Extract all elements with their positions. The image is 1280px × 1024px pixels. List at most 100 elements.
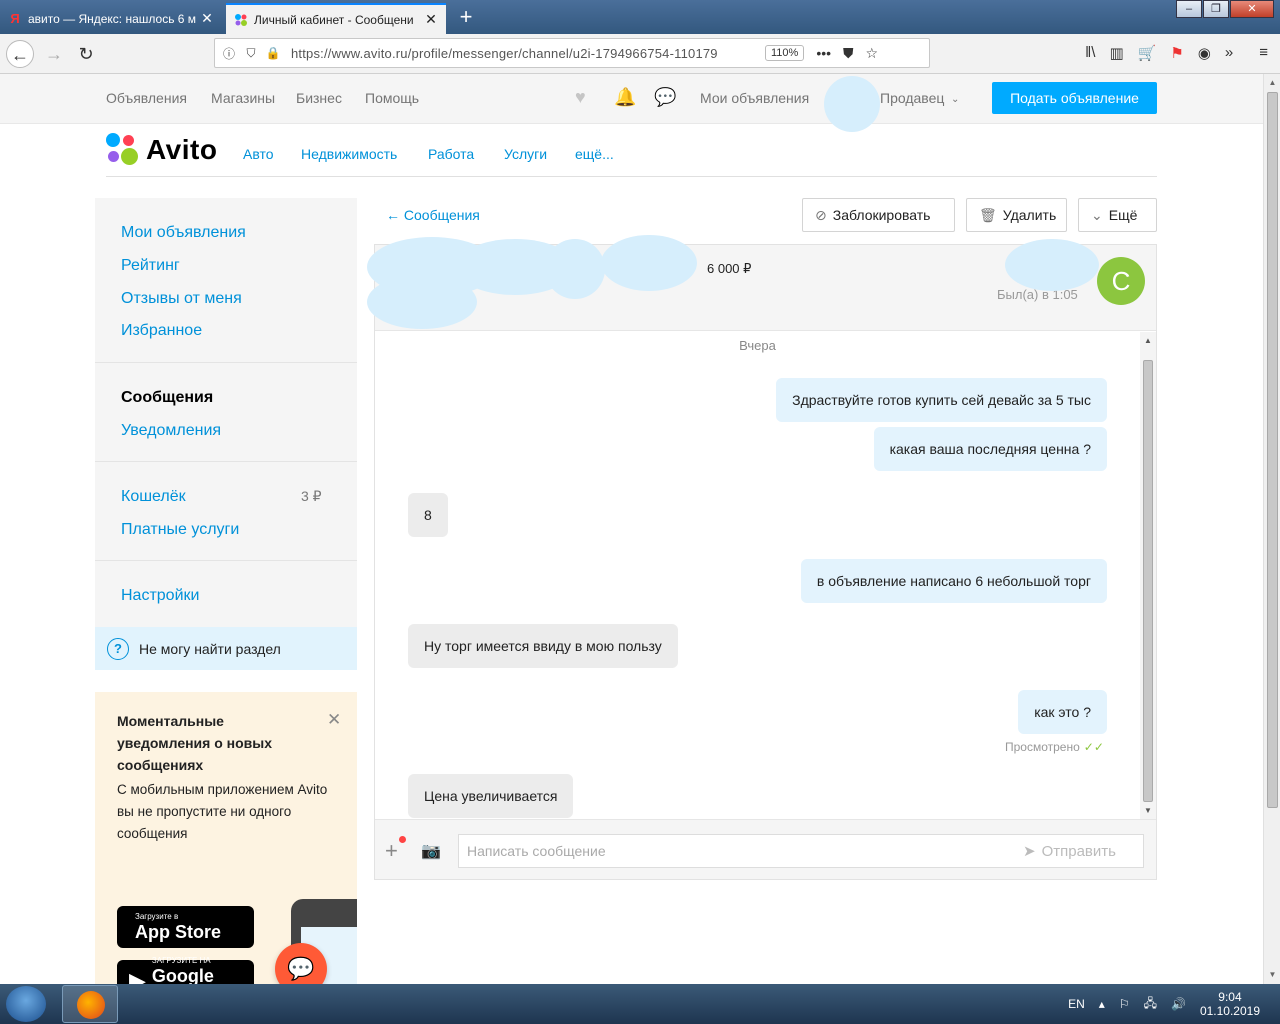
link-shops[interactable]: Магазины [211, 90, 275, 106]
delete-button[interactable]: 🗑 Удалить [966, 198, 1067, 232]
site-top-bar: Объявления Магазины Бизнес Помощь ♥ 🔔 💬 … [0, 74, 1263, 132]
camera-icon[interactable]: 📷 [421, 841, 441, 861]
sidebar-item-my-ads[interactable]: Мои объявления [121, 224, 246, 242]
tray-expand-icon[interactable]: ▴ [1099, 997, 1105, 1011]
close-icon[interactable]: ✕ [200, 10, 214, 27]
message-outgoing: как это ? [1018, 690, 1107, 734]
network-icon[interactable]: 🖧 [1144, 994, 1157, 1015]
post-ad-button[interactable]: Подать объявление [992, 82, 1157, 114]
user-menu[interactable]: Продавец [880, 90, 944, 106]
minimize-button[interactable]: – [1176, 0, 1202, 18]
category-auto[interactable]: Авто [243, 146, 274, 162]
sidebar-item-reviews[interactable]: Отзывы от меня [121, 290, 242, 308]
taskbar-firefox[interactable] [62, 985, 118, 1023]
sidebar-item-notifications[interactable]: Уведомления [121, 422, 221, 440]
help-link[interactable]: ? Не могу найти раздел [95, 627, 357, 670]
maximize-button[interactable]: ❐ [1203, 0, 1229, 18]
close-icon[interactable]: ✕ [424, 11, 438, 28]
messages-chat-icon[interactable]: 💬 [654, 87, 676, 108]
avito-logo[interactable]: Avito [106, 132, 217, 168]
cart-icon[interactable]: 🛒 [1138, 44, 1157, 62]
pocket-icon[interactable]: ⛊ [843, 45, 854, 62]
link-ads[interactable]: Объявления [106, 90, 187, 106]
appstore-small-label: Загрузите в [135, 912, 179, 921]
sidebar-item-messages[interactable]: Сообщения [121, 389, 213, 407]
lock-icon[interactable]: 🔒 [265, 46, 281, 60]
forward-button[interactable]: → [40, 40, 68, 68]
message-incoming: 8 [408, 493, 448, 537]
info-icon[interactable]: ⓘ [221, 45, 237, 62]
promo-text: С мобильным приложением Avito вы не проп… [117, 782, 328, 841]
sidebar-item-settings[interactable]: Настройки [121, 587, 199, 605]
page-scrollbar[interactable]: ▲ ▼ [1263, 74, 1280, 984]
more-actions-icon[interactable]: ••• [816, 45, 831, 61]
browser-tab-bar: Я авито — Яндекс: нашлось 6 м ✕ Личный к… [0, 0, 1280, 34]
double-check-icon: ✓✓ [1083, 740, 1104, 754]
tab-yandex[interactable]: Я авито — Яндекс: нашлось 6 м ✕ [0, 3, 222, 34]
send-button[interactable]: ➤ Отправить [1023, 842, 1116, 860]
window-close-button[interactable]: ✕ [1230, 0, 1274, 18]
question-icon: ? [107, 637, 129, 660]
category-jobs[interactable]: Работа [428, 146, 474, 162]
action-center-flag-icon[interactable]: ⚐ [1119, 997, 1130, 1011]
url-bar[interactable]: ⓘ ⛉ 🔒 https://www.avito.ru/profile/messe… [214, 38, 930, 68]
attach-plus-icon[interactable]: + [385, 836, 406, 864]
sidebar-icon[interactable]: ▥ [1109, 44, 1123, 62]
profile-sidebar: Мои объявления Рейтинг Отзывы от меня Из… [95, 198, 357, 670]
overflow-icon[interactable]: » [1225, 44, 1233, 62]
reload-button[interactable]: ↻ [72, 40, 100, 68]
notifications-bell-icon[interactable]: 🔔 [614, 87, 636, 108]
shield-icon[interactable]: ⛉ [243, 46, 259, 61]
scroll-up-arrow[interactable]: ▲ [1140, 336, 1156, 345]
avatar[interactable]: С [1097, 257, 1145, 305]
menu-icon[interactable]: ≡ [1259, 44, 1268, 62]
scroll-thumb[interactable] [1143, 360, 1153, 802]
start-button[interactable] [6, 986, 46, 1022]
scroll-thumb[interactable] [1267, 92, 1278, 808]
link-help[interactable]: Помощь [365, 90, 419, 106]
category-services[interactable]: Услуги [504, 146, 547, 162]
chevron-down-icon[interactable]: ⌄ [951, 94, 959, 105]
zoom-level[interactable]: 110% [765, 45, 805, 61]
language-indicator[interactable]: EN [1068, 997, 1085, 1011]
bookmark-star-icon[interactable]: ☆ [866, 45, 879, 62]
message-outgoing: Здраствуйте готов купить сей девайс за 5… [776, 378, 1107, 422]
scroll-up-arrow[interactable]: ▲ [1264, 78, 1280, 87]
message-outgoing: какая ваша последняя ценна ? [873, 427, 1107, 471]
sidebar-item-favorites[interactable]: Избранное [121, 322, 202, 340]
back-button[interactable]: ← [6, 40, 34, 68]
volume-icon[interactable]: 🔊 [1171, 997, 1186, 1011]
delete-label: Удалить [1002, 207, 1057, 223]
url-text[interactable]: https://www.avito.ru/profile/messenger/c… [291, 46, 751, 61]
google-play-button[interactable]: ▶ ЗАГРУЗИТЕ НА Google Play [117, 956, 254, 984]
category-realty[interactable]: Недвижимость [301, 146, 397, 162]
more-button[interactable]: ⌄ Ещё [1078, 198, 1157, 232]
sidebar-item-rating[interactable]: Рейтинг [121, 257, 180, 275]
back-to-messages-link[interactable]: ← Сообщения [386, 207, 480, 223]
category-more[interactable]: ещё... [575, 146, 614, 162]
redaction-blob [367, 275, 477, 329]
library-icon[interactable]: ‖\ [1085, 44, 1095, 62]
avatar-redaction [824, 76, 880, 132]
account-icon[interactable]: ◉ [1198, 44, 1211, 62]
block-button[interactable]: ⊘ Заблокировать [802, 198, 955, 232]
bookmark-flag-icon[interactable]: ⚑ [1170, 44, 1183, 62]
scroll-down-arrow[interactable]: ▼ [1264, 970, 1280, 979]
app-store-button[interactable]: Загрузите в App Store [117, 906, 254, 948]
clock-date: 01.10.2019 [1199, 1004, 1260, 1018]
help-label: Не могу найти раздел [139, 640, 281, 657]
toolbar-icons: ‖\ ▥ 🛒 ⚑ ◉ » ≡ [1085, 44, 1268, 62]
sidebar-item-wallet[interactable]: Кошелёк [121, 488, 186, 506]
close-icon[interactable]: ✕ [327, 710, 341, 730]
tab-avito[interactable]: Личный кабинет - Сообщени ✕ [226, 3, 446, 34]
chat-scrollbar[interactable]: ▲ ▼ [1140, 332, 1156, 819]
clock[interactable]: 9:04 01.10.2019 [1200, 990, 1260, 1018]
link-business[interactable]: Бизнес [296, 90, 342, 106]
message-outgoing: в объявление написано 6 небольшой торг [800, 559, 1107, 603]
scroll-down-arrow[interactable]: ▼ [1140, 806, 1156, 815]
favorites-heart-icon[interactable]: ♥ [575, 87, 586, 108]
new-tab-button[interactable]: + [454, 4, 478, 30]
sidebar-item-paid-services[interactable]: Платные услуги [121, 521, 239, 539]
redaction-blob [601, 235, 697, 291]
link-my-ads[interactable]: Мои объявления [700, 90, 809, 106]
